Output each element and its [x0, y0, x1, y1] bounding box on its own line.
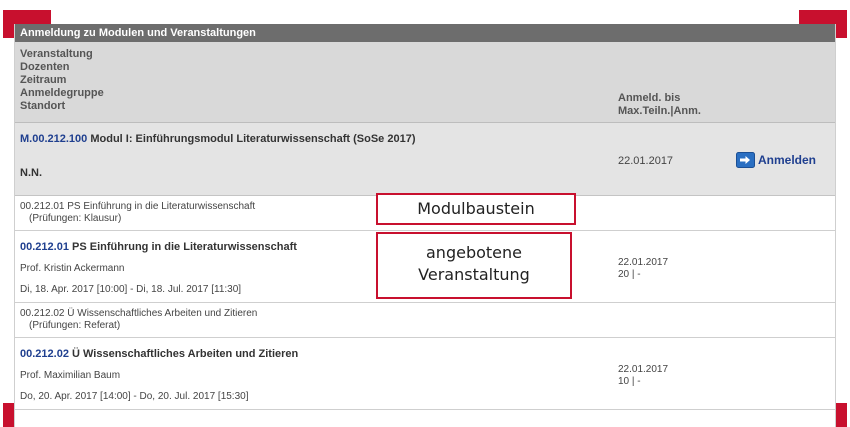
- veranstaltung-deadline-capacity: 22.01.2017 10 | -: [618, 364, 668, 388]
- table-header: Veranstaltung Dozenten Zeitraum Anmeldeg…: [15, 42, 835, 123]
- annotation-veranstaltung-line1: angebotene: [426, 243, 522, 262]
- veranstaltung-title-line: 00.212.01 PS Einführung in die Literatur…: [20, 241, 297, 253]
- annotation-veranstaltung: angebotene Veranstaltung: [376, 232, 572, 299]
- baustein-exam: (Prüfungen: Referat): [29, 320, 121, 331]
- veranstaltung-title: PS Einführung in die Literaturwissenscha…: [72, 241, 297, 253]
- header-label-deadline: Anmeld. bis: [618, 92, 681, 104]
- veranstaltung-title: Ü Wissenschaftliches Arbeiten und Zitier…: [72, 348, 299, 360]
- veranstaltung-lecturer: Prof. Maximilian Baum: [20, 370, 121, 381]
- veranstaltung-deadline-capacity: 22.01.2017 20 | -: [618, 257, 668, 281]
- veranstaltung-capacity: 10 | -: [618, 376, 641, 387]
- annotation-modulbaustein: Modulbaustein: [376, 193, 576, 225]
- veranstaltung-code-link[interactable]: 00.212.01: [20, 241, 69, 253]
- module-code-link[interactable]: M.00.212.100: [20, 133, 87, 145]
- header-right-labels: Anmeld. bis Max.Teiln.|Anm.: [618, 92, 701, 118]
- list-item-modulbaustein-2: 00.212.02 Ü Wissenschaftliches Arbeiten …: [15, 303, 835, 338]
- module-deadline: 22.01.2017: [618, 155, 674, 167]
- baustein-title: 00.212.02 Ü Wissenschaftliches Arbeiten …: [20, 308, 258, 319]
- veranstaltung-deadline: 22.01.2017: [618, 364, 669, 375]
- veranstaltung-title-line: 00.212.02 Ü Wissenschaftliches Arbeiten …: [20, 348, 298, 360]
- veranstaltung-deadline: 22.01.2017: [618, 257, 669, 268]
- veranstaltung-code-link[interactable]: 00.212.02: [20, 348, 69, 360]
- header-label-veranstaltung: Veranstaltung: [20, 48, 93, 60]
- module-lecturer: N.N.: [20, 167, 42, 179]
- baustein-title: 00.212.01 PS Einführung in die Literatur…: [20, 201, 256, 212]
- veranstaltung-time: Di, 18. Apr. 2017 [10:00] - Di, 18. Jul.…: [20, 284, 242, 295]
- header-label-zeitraum: Zeitraum: [20, 74, 67, 86]
- veranstaltung-capacity: 20 | -: [618, 269, 641, 280]
- header-label-standort: Standort: [20, 100, 66, 112]
- header-left-labels: Veranstaltung Dozenten Zeitraum Anmeldeg…: [20, 48, 104, 113]
- registration-panel: Anmeldung zu Modulen und Veranstaltungen…: [14, 24, 836, 427]
- baustein-exam: (Prüfungen: Klausur): [29, 213, 122, 224]
- login-arrow-icon: [736, 152, 755, 168]
- module-title-line: M.00.212.100 Modul I: Einführungsmodul L…: [20, 133, 416, 145]
- header-label-dozenten: Dozenten: [20, 61, 70, 73]
- header-label-anmeldegruppe: Anmeldegruppe: [20, 87, 104, 99]
- veranstaltung-time: Do, 20. Apr. 2017 [14:00] - Do, 20. Jul.…: [20, 391, 249, 402]
- module-title: Modul I: Einführungsmodul Literaturwisse…: [90, 133, 416, 145]
- header-label-capacity: Max.Teiln.|Anm.: [618, 105, 701, 117]
- register-button[interactable]: Anmelden: [736, 151, 816, 169]
- module-row: M.00.212.100 Modul I: Einführungsmodul L…: [15, 123, 835, 196]
- register-button-label: Anmelden: [758, 153, 817, 167]
- veranstaltung-lecturer: Prof. Kristin Ackermann: [20, 263, 125, 274]
- list-item-veranstaltung-2: 00.212.02 Ü Wissenschaftliches Arbeiten …: [15, 338, 835, 410]
- annotation-veranstaltung-line2: Veranstaltung: [418, 265, 530, 284]
- panel-title: Anmeldung zu Modulen und Veranstaltungen: [15, 24, 835, 42]
